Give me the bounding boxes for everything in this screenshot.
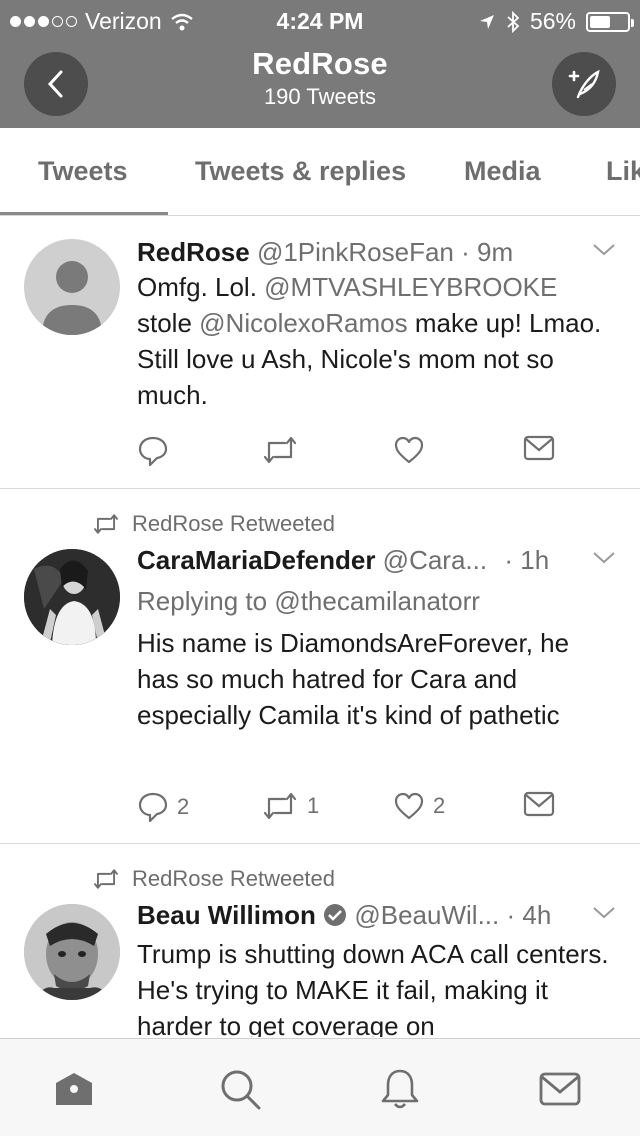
reply-context: Replying to @thecamilanatorr xyxy=(137,583,617,619)
reply-icon xyxy=(138,436,168,467)
tweet-author-handle[interactable]: @BeauWil... xyxy=(354,900,499,930)
home-icon xyxy=(56,1073,92,1105)
verified-badge-icon xyxy=(324,904,347,926)
profile-title: RedRose 190 Tweets xyxy=(160,46,480,110)
mention-link[interactable]: @NicolexoRamos xyxy=(199,308,407,338)
tweet-feed[interactable]: RedRose @1PinkRoseFan · 9m Omfg. Lol. @M… xyxy=(0,217,640,1037)
tweet-text-part: Omfg. Lol. xyxy=(137,272,265,302)
mention-link[interactable]: @thecamilanatorr xyxy=(274,586,480,616)
tweet[interactable]: RedRose Retweeted Beau Willimon @BeauWil… xyxy=(0,844,640,1037)
compose-feather-icon xyxy=(568,69,600,99)
tweet-author-name[interactable]: Beau Willimon xyxy=(137,900,316,930)
tab-media[interactable]: Media xyxy=(464,156,541,187)
retweet-icon xyxy=(263,436,297,464)
tweet-time: 9m xyxy=(477,237,514,267)
replying-to-label: Replying to xyxy=(137,586,275,616)
search-icon xyxy=(221,1070,261,1110)
retweet-small-icon xyxy=(94,514,118,534)
tweet-count: 190 Tweets xyxy=(263,84,377,109)
tweet-actions: 2 1 2 xyxy=(137,791,567,825)
tweet-time: 1h xyxy=(520,545,550,575)
battery-icon xyxy=(586,11,634,32)
tweet-text: Trump is shutting down ACA call centers.… xyxy=(137,939,609,1037)
tweet-separator: · xyxy=(506,900,516,930)
tweet-actions xyxy=(137,435,567,469)
tweet-text: Omfg. Lol. @MTVASHLEYBROOKE stole @Nicol… xyxy=(137,269,617,413)
tweet-text-part: stole xyxy=(137,308,200,338)
profile-tabs: Tweets Tweets & replies Media Lik xyxy=(0,128,640,216)
page-title: RedRose xyxy=(252,46,388,81)
tab-likes[interactable]: Lik xyxy=(606,156,640,187)
tweet-separator: · xyxy=(504,545,513,575)
avatar[interactable] xyxy=(24,904,120,1000)
retweet-button[interactable]: 1 xyxy=(261,791,319,821)
chevron-left-icon xyxy=(47,70,63,98)
tweet-author-name[interactable]: RedRose xyxy=(137,237,250,267)
user-photo xyxy=(24,904,120,1000)
status-bar: Verizon 4:24 PM 56% xyxy=(0,8,640,34)
envelope-icon xyxy=(523,791,555,817)
tweet[interactable]: RedRose @1PinkRoseFan · 9m Omfg. Lol. @M… xyxy=(0,217,640,489)
heart-icon xyxy=(394,436,424,464)
bluetooth-icon xyxy=(507,10,520,33)
messages-tab[interactable] xyxy=(538,1067,582,1111)
tweet-author-handle[interactable]: @1PinkRoseFan xyxy=(257,237,454,267)
tab-tweets[interactable]: Tweets xyxy=(38,156,128,187)
back-button[interactable] xyxy=(24,52,88,116)
chevron-down-icon[interactable] xyxy=(592,243,616,257)
reply-button[interactable] xyxy=(137,435,169,467)
messages-icon xyxy=(539,1072,581,1106)
chevron-down-icon[interactable] xyxy=(592,906,616,920)
like-count: 2 xyxy=(433,793,446,818)
reply-count: 2 xyxy=(177,794,190,819)
retweet-button[interactable] xyxy=(261,435,299,465)
direct-message-button[interactable] xyxy=(523,435,555,461)
retweet-icon xyxy=(263,792,297,820)
header: Verizon 4:24 PM 56% RedRose 190 Tweets xyxy=(0,0,640,128)
envelope-icon xyxy=(523,435,555,461)
location-arrow-icon xyxy=(479,14,494,29)
tweet-time: 4h xyxy=(522,900,552,930)
heart-icon xyxy=(394,792,424,820)
retweet-context: RedRose Retweeted xyxy=(92,866,335,892)
home-tab[interactable] xyxy=(52,1067,96,1111)
user-photo xyxy=(24,549,120,645)
battery-percent: 56% xyxy=(529,8,576,34)
notifications-tab[interactable] xyxy=(378,1067,422,1111)
retweet-count: 1 xyxy=(307,793,320,818)
tweet[interactable]: RedRose Retweeted CaraMariaDefender @Car… xyxy=(0,489,640,844)
bottom-tab-bar xyxy=(0,1038,640,1136)
tweet-text: His name is DiamondsAreForever, he has s… xyxy=(137,628,570,730)
default-avatar-icon xyxy=(42,261,102,335)
tab-tweets-and-replies[interactable]: Tweets & replies xyxy=(195,156,406,187)
search-tab[interactable] xyxy=(218,1067,262,1111)
like-button[interactable] xyxy=(393,435,425,465)
retweet-small-icon xyxy=(94,869,118,889)
reply-button[interactable]: 2 xyxy=(137,791,189,823)
chevron-down-icon[interactable] xyxy=(592,551,616,565)
tweet-separator: · xyxy=(461,237,470,267)
retweet-context: RedRose Retweeted xyxy=(92,511,335,537)
active-tab-indicator xyxy=(0,212,168,215)
avatar[interactable] xyxy=(24,549,120,645)
mention-link[interactable]: @MTVASHLEYBROOKE xyxy=(264,272,557,302)
direct-message-button[interactable] xyxy=(523,791,555,817)
tweet-author-name[interactable]: CaraMariaDefender xyxy=(137,545,375,575)
tweet-author-handle[interactable]: @Cara... xyxy=(383,545,487,575)
notifications-icon xyxy=(381,1069,419,1109)
avatar[interactable] xyxy=(24,239,120,335)
like-button[interactable]: 2 xyxy=(393,791,445,821)
retweeted-by[interactable]: RedRose Retweeted xyxy=(132,866,335,892)
reply-icon xyxy=(138,792,168,823)
retweeted-by[interactable]: RedRose Retweeted xyxy=(132,511,335,537)
compose-tweet-button[interactable] xyxy=(552,52,616,116)
